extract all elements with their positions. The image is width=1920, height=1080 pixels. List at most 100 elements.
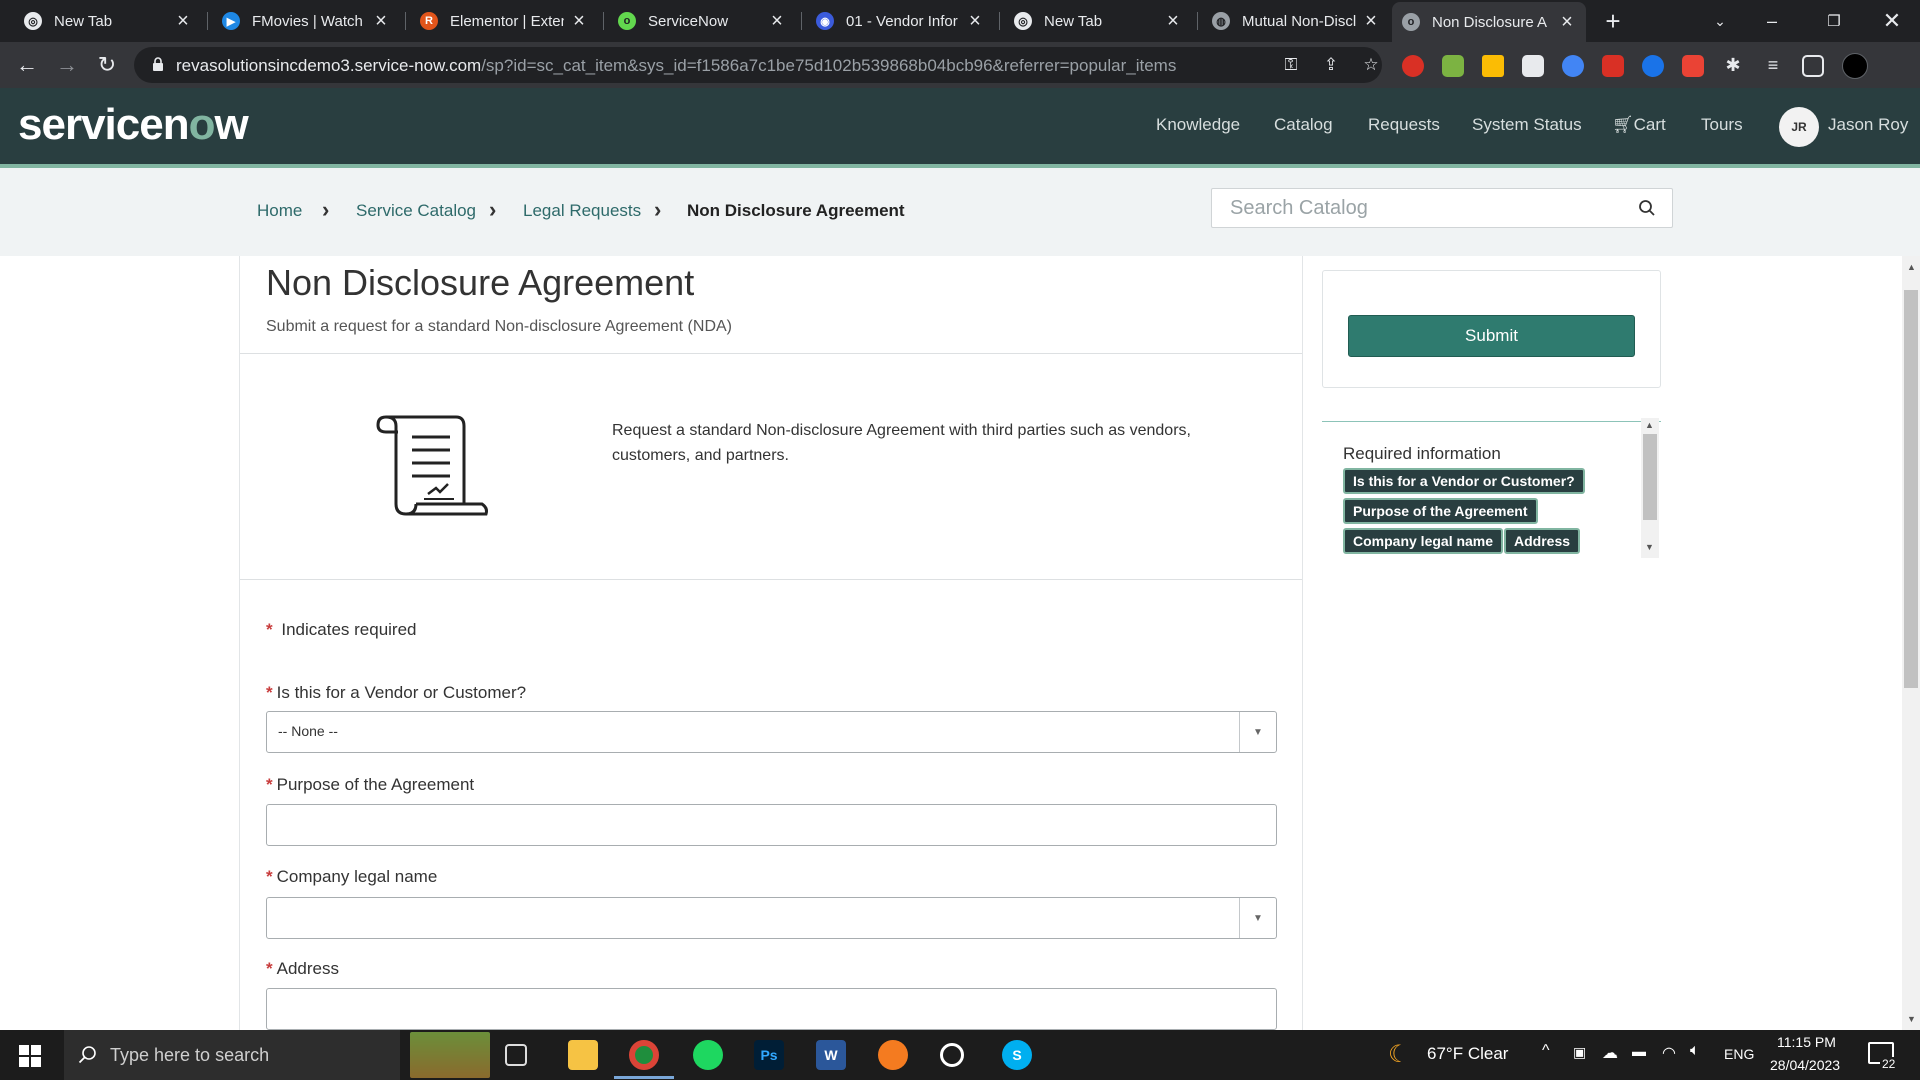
mail-extension-icon[interactable] bbox=[1442, 55, 1464, 77]
browser-tab[interactable]: ◉ 01 - Vendor Infor × bbox=[806, 0, 994, 42]
address-bar[interactable]: revasolutionsincdemo3.service-now.com/sp… bbox=[134, 47, 1382, 83]
user-avatar[interactable]: JR bbox=[1779, 107, 1819, 147]
side-panel-icon[interactable] bbox=[1802, 55, 1824, 77]
nav-cart[interactable]: 🛒︎Cart bbox=[1612, 115, 1666, 135]
breadcrumb-home[interactable]: Home bbox=[257, 201, 302, 221]
weather-text[interactable]: 67°F Clear bbox=[1427, 1044, 1508, 1064]
browser-tab[interactable]: R Elementor | Exten × bbox=[410, 0, 598, 42]
profile-avatar[interactable] bbox=[1842, 53, 1868, 79]
browser-tab-active[interactable]: o Non Disclosure A × bbox=[1392, 2, 1586, 42]
required-chip[interactable]: Is this for a Vendor or Customer? bbox=[1343, 468, 1585, 494]
url-text: revasolutionsincdemo3.service-now.com/sp… bbox=[176, 56, 1176, 76]
purpose-input[interactable] bbox=[266, 804, 1277, 846]
fl-studio-icon[interactable] bbox=[878, 1040, 908, 1070]
onedrive-icon[interactable]: ☁ bbox=[1602, 1043, 1618, 1063]
wifi-icon[interactable]: ◠ bbox=[1662, 1043, 1676, 1063]
back-icon[interactable]: ← bbox=[11, 49, 43, 81]
address-input[interactable] bbox=[266, 988, 1277, 1030]
nav-tours[interactable]: Tours bbox=[1701, 115, 1743, 135]
meet-now-icon[interactable]: ▣ bbox=[1573, 1044, 1586, 1061]
field-label-text: Address bbox=[276, 959, 339, 978]
required-chip[interactable]: Address bbox=[1504, 528, 1581, 554]
forward-icon[interactable]: → bbox=[51, 49, 83, 81]
word-icon[interactable]: W bbox=[816, 1040, 846, 1070]
nav-catalog[interactable]: Catalog bbox=[1274, 115, 1333, 135]
show-hidden-icons[interactable]: ^ bbox=[1542, 1042, 1550, 1060]
close-tab-icon[interactable]: × bbox=[372, 10, 390, 33]
panel-scrollbar[interactable]: ▲ ▼ bbox=[1641, 418, 1659, 558]
scroll-up-icon[interactable]: ▲ bbox=[1907, 262, 1916, 272]
video-extension-icon[interactable] bbox=[1602, 55, 1624, 77]
close-window-icon[interactable]: ✕ bbox=[1864, 0, 1920, 42]
breadcrumb-service-catalog[interactable]: Service Catalog bbox=[356, 201, 476, 221]
obs-icon[interactable] bbox=[940, 1043, 964, 1067]
close-tab-icon[interactable]: × bbox=[1558, 11, 1576, 34]
scrollbar-thumb[interactable] bbox=[1904, 290, 1918, 688]
scrollbar-thumb[interactable] bbox=[1643, 434, 1657, 520]
browser-tab[interactable]: ▶ FMovies | Watch T × bbox=[212, 0, 400, 42]
servicenow-logo[interactable]: servicenow bbox=[18, 100, 249, 150]
scroll-down-icon[interactable]: ▼ bbox=[1907, 1014, 1916, 1024]
reading-list-icon[interactable]: ≡ bbox=[1762, 55, 1784, 77]
browser-tab[interactable]: ◎ New Tab × bbox=[1004, 0, 1192, 42]
clock-time[interactable]: 11:15 PM bbox=[1777, 1034, 1836, 1050]
adblock-extension-icon[interactable] bbox=[1402, 55, 1424, 77]
required-chip[interactable]: Purpose of the Agreement bbox=[1343, 498, 1538, 524]
puzzle-extensions-icon[interactable]: ✱ bbox=[1722, 55, 1744, 77]
browser-tab[interactable]: ◎ New Tab × bbox=[14, 0, 202, 42]
clock-date[interactable]: 28/04/2023 bbox=[1770, 1057, 1840, 1073]
share-icon[interactable]: ⇪ bbox=[1320, 55, 1342, 77]
reload-icon[interactable]: ↻ bbox=[91, 49, 123, 81]
sync-extension-icon[interactable] bbox=[1642, 55, 1664, 77]
taskbar-search[interactable]: Type here to search bbox=[64, 1030, 400, 1080]
close-tab-icon[interactable]: × bbox=[1164, 10, 1182, 33]
drive-extension-icon[interactable] bbox=[1482, 55, 1504, 77]
breadcrumb-legal-requests[interactable]: Legal Requests bbox=[523, 201, 641, 221]
photoshop-icon[interactable]: Ps bbox=[754, 1040, 784, 1070]
star-icon[interactable]: ☆ bbox=[1360, 55, 1382, 77]
audio-extension-icon[interactable] bbox=[1562, 55, 1584, 77]
close-tab-icon[interactable]: × bbox=[1362, 10, 1380, 33]
nav-requests[interactable]: Requests bbox=[1368, 115, 1440, 135]
caret-down-icon[interactable]: ▼ bbox=[1239, 898, 1276, 938]
minimize-icon[interactable]: – bbox=[1744, 0, 1800, 42]
clipboard-extension-icon[interactable] bbox=[1522, 55, 1544, 77]
divider bbox=[240, 353, 1302, 354]
nav-system-status[interactable]: System Status bbox=[1472, 115, 1582, 135]
new-tab-button[interactable]: + bbox=[1585, 0, 1641, 42]
vendor-or-customer-select[interactable]: -- None -- ▼ bbox=[266, 711, 1277, 753]
windows-start-icon[interactable] bbox=[19, 1045, 41, 1067]
volume-icon[interactable]: 🔈︎ bbox=[1690, 1042, 1700, 1060]
close-tab-icon[interactable]: × bbox=[174, 10, 192, 33]
browser-tab-strip: ◎ New Tab × ▶ FMovies | Watch T × R Elem… bbox=[0, 0, 1920, 42]
language-indicator[interactable]: ENG bbox=[1724, 1046, 1754, 1062]
caret-down-icon[interactable]: ▼ bbox=[1239, 712, 1276, 752]
skype-icon[interactable]: S bbox=[1002, 1040, 1032, 1070]
nav-knowledge[interactable]: Knowledge bbox=[1156, 115, 1240, 135]
tp-extension-icon[interactable] bbox=[1682, 55, 1704, 77]
spotify-icon[interactable] bbox=[693, 1040, 723, 1070]
scroll-down-icon[interactable]: ▼ bbox=[1645, 542, 1654, 552]
company-legal-name-select[interactable]: ▼ bbox=[266, 897, 1277, 939]
page-scrollbar[interactable]: ▲ ▼ bbox=[1902, 256, 1920, 1030]
task-view-icon[interactable] bbox=[505, 1044, 527, 1066]
file-explorer-icon[interactable] bbox=[568, 1040, 598, 1070]
browser-tab[interactable]: o ServiceNow × bbox=[608, 0, 796, 42]
submit-button[interactable]: Submit bbox=[1348, 315, 1635, 357]
search-icon[interactable] bbox=[1638, 199, 1656, 217]
chrome-taskbar-icon[interactable] bbox=[629, 1040, 659, 1070]
chrome-icon: ◎ bbox=[1014, 12, 1032, 30]
restore-icon[interactable]: ❐ bbox=[1806, 0, 1862, 42]
close-tab-icon[interactable]: × bbox=[768, 10, 786, 33]
battery-icon[interactable]: ▬ bbox=[1632, 1043, 1646, 1059]
close-tab-icon[interactable]: × bbox=[570, 10, 588, 33]
browser-tab[interactable]: ◍ Mutual Non-Discl × bbox=[1202, 0, 1390, 42]
tab-search-icon[interactable]: ⌄ bbox=[1692, 0, 1748, 42]
scroll-up-icon[interactable]: ▲ bbox=[1645, 420, 1654, 430]
url-host: revasolutionsincdemo3.service-now.com bbox=[176, 56, 482, 75]
key-icon[interactable]: ⚿ bbox=[1280, 55, 1302, 77]
user-name[interactable]: Jason Roy bbox=[1828, 115, 1908, 135]
close-tab-icon[interactable]: × bbox=[966, 10, 984, 33]
required-chip[interactable]: Company legal name bbox=[1343, 528, 1504, 554]
search-input[interactable] bbox=[1230, 197, 1620, 220]
